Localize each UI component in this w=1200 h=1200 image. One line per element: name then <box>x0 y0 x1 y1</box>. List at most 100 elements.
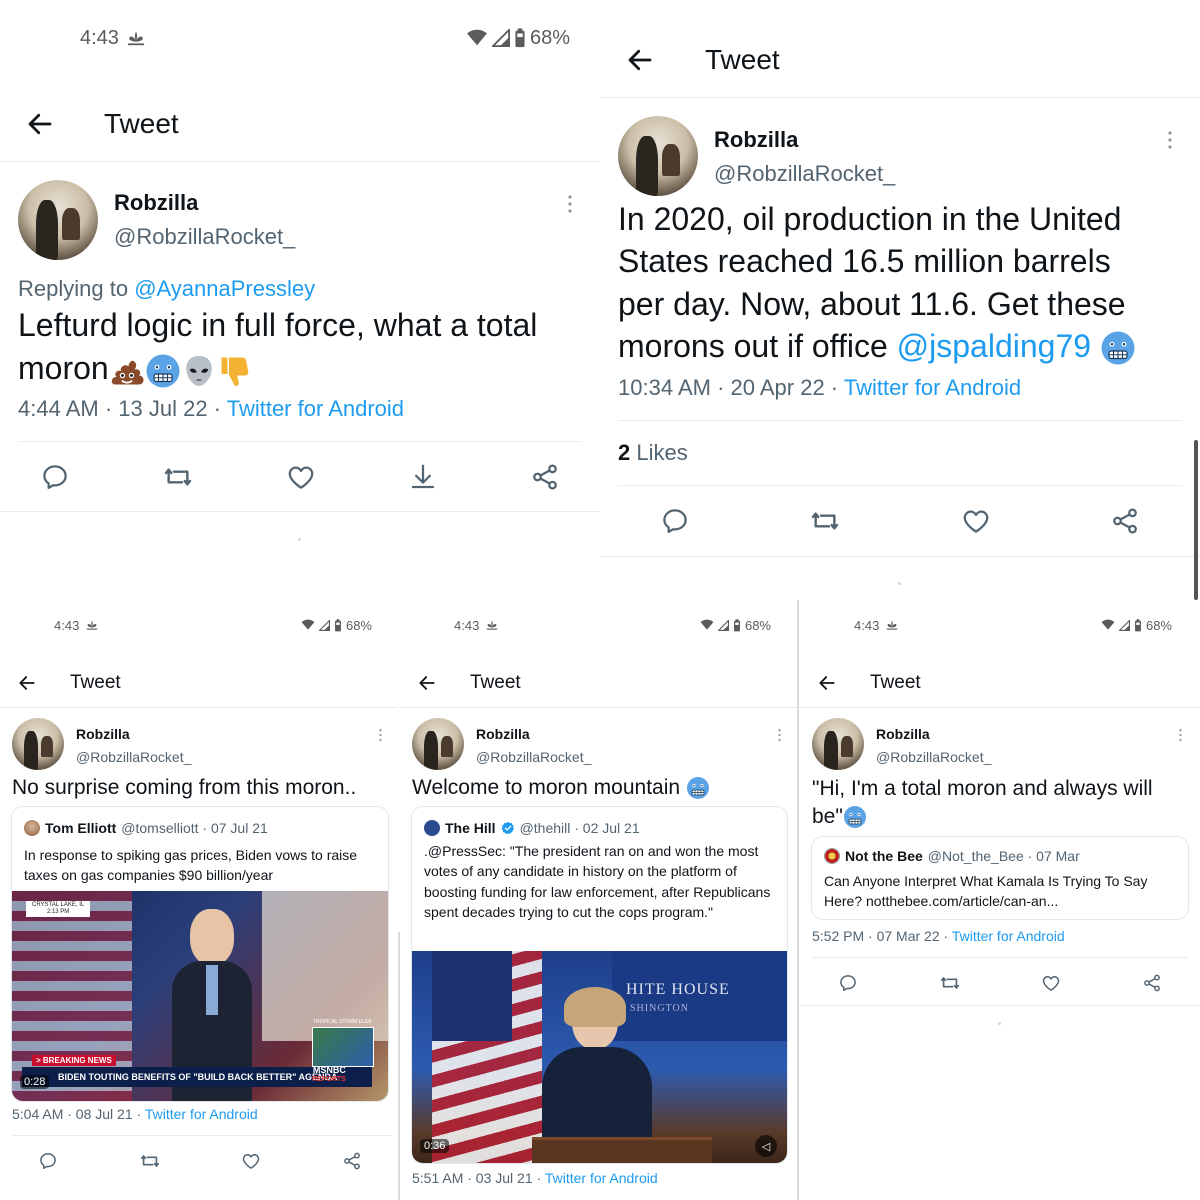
back-arrow-icon <box>17 673 37 693</box>
reply-button[interactable] <box>38 1151 58 1171</box>
tweet-timestamp: 5:51 AM · 03 Jul 21 · Twitter for Androi… <box>412 1170 658 1186</box>
reply-icon <box>660 506 690 536</box>
mute-button[interactable]: ◁ <box>755 1135 777 1157</box>
page-title: Tweet <box>705 43 780 75</box>
user-name[interactable]: Robzilla <box>114 190 198 216</box>
more-icon[interactable] <box>567 194 573 214</box>
user-handle[interactable]: @RobzillaRocket_ <box>76 749 191 765</box>
back-button[interactable] <box>600 22 680 98</box>
source-app-link[interactable]: Twitter for Android <box>952 928 1065 944</box>
quoted-tweet-header: Not the Bee @Not_the_Bee · 07 Mar <box>824 848 1080 864</box>
wifi-icon <box>1101 619 1115 631</box>
status-bar: 4:43 68% <box>0 24 600 52</box>
quoted-video[interactable]: CRYSTAL LAKE, IL 2:13 PM TROPICAL STORM … <box>12 891 388 1101</box>
user-name[interactable]: Robzilla <box>714 127 798 153</box>
action-bar <box>838 972 1162 994</box>
user-name[interactable]: Robzilla <box>476 726 530 742</box>
more-icon[interactable] <box>378 728 383 742</box>
source-app-link[interactable]: Twitter for Android <box>227 396 404 421</box>
like-button[interactable] <box>1041 973 1061 993</box>
quoted-tweet-header: Tom Elliott @tomselliott · 07 Jul 21 <box>24 820 268 836</box>
panel-tweet-3: 4:43 68% Tweet Robzilla @RobzillaRocket_… <box>0 600 398 1200</box>
source-app-link[interactable]: Twitter for Android <box>844 375 1021 400</box>
avatar[interactable] <box>18 180 98 260</box>
nbc-peacock-icon <box>125 29 147 47</box>
reply-button[interactable] <box>40 462 70 492</box>
weather-map: TROPICAL STORM ELSA <box>312 1019 374 1067</box>
like-icon <box>961 506 991 536</box>
back-button[interactable] <box>0 86 80 162</box>
status-bar: 4:43 68% <box>800 616 1200 634</box>
scroll-dot <box>998 1022 1001 1025</box>
divider <box>12 1135 392 1136</box>
divider <box>618 420 1182 421</box>
cold-face-emoji-icon <box>843 805 867 829</box>
signal-icon <box>492 29 510 47</box>
quoted-video[interactable]: HITE HOUSE SHINGTON 0:36 ◁ <box>412 951 787 1163</box>
breaking-news-label: > BREAKING NEWS <box>32 1055 116 1066</box>
share-button[interactable] <box>1142 973 1162 993</box>
verified-icon <box>501 821 515 835</box>
reply-mention-link[interactable]: @AyannaPressley <box>134 276 315 301</box>
share-button[interactable] <box>530 462 560 492</box>
reply-button[interactable] <box>660 506 690 536</box>
page-title: Tweet <box>104 107 179 139</box>
quoted-tweet[interactable]: Tom Elliott @tomselliott · 07 Jul 21 In … <box>11 806 389 1102</box>
battery-percent: 68% <box>744 617 771 633</box>
back-button[interactable] <box>0 658 54 708</box>
tweet-timestamp: 4:44 AM · 13 Jul 22 · Twitter for Androi… <box>18 396 405 421</box>
avatar[interactable] <box>412 718 464 770</box>
like-button[interactable] <box>286 462 316 492</box>
user-handle[interactable]: @RobzillaRocket_ <box>476 749 591 765</box>
share-button[interactable] <box>342 1151 362 1171</box>
status-bar: 4:43 68% <box>400 616 797 634</box>
avatar[interactable] <box>812 718 864 770</box>
divider <box>600 556 1200 557</box>
quoted-tweet[interactable]: The Hill @thehill · 02 Jul 21 .@PressSec… <box>411 806 788 1164</box>
top-bar: Tweet <box>800 658 1200 708</box>
share-icon <box>1142 973 1162 993</box>
avatar[interactable] <box>618 116 698 196</box>
like-icon <box>286 462 316 492</box>
mention-link[interactable]: @jspalding79 <box>897 328 1091 364</box>
tweet-line: States reached 16.5 million barrels <box>618 243 1111 280</box>
quoted-user-name: The Hill <box>445 820 496 836</box>
retweet-button[interactable] <box>939 972 961 994</box>
share-icon <box>342 1151 362 1171</box>
top-bar: Tweet <box>0 658 398 708</box>
replying-to: Replying to @AyannaPressley <box>18 276 316 301</box>
back-button[interactable] <box>800 658 854 708</box>
user-handle[interactable]: @RobzillaRocket_ <box>876 749 991 765</box>
retweet-button[interactable] <box>139 1150 161 1172</box>
status-time: 4:43 <box>54 617 80 633</box>
retweet-button[interactable] <box>162 461 194 493</box>
download-button[interactable] <box>408 462 438 492</box>
user-handle[interactable]: @RobzillaRocket_ <box>114 224 295 250</box>
back-button[interactable] <box>400 658 454 708</box>
user-handle[interactable]: @RobzillaRocket_ <box>714 161 895 187</box>
retweet-icon <box>809 505 841 537</box>
avatar[interactable] <box>12 718 64 770</box>
more-icon[interactable] <box>1178 728 1183 742</box>
quoted-tweet-text: .@PressSec: "The president ran on and wo… <box>424 843 771 920</box>
back-arrow-icon <box>25 109 55 139</box>
like-button[interactable] <box>961 506 991 536</box>
retweet-button[interactable] <box>809 505 841 537</box>
user-name[interactable]: Robzilla <box>76 726 130 742</box>
wifi-icon <box>700 619 714 631</box>
scrollbar[interactable] <box>1194 440 1198 600</box>
share-button[interactable] <box>1110 506 1140 536</box>
reply-button[interactable] <box>838 973 858 993</box>
nbc-peacock-icon <box>885 619 899 631</box>
source-app-link[interactable]: Twitter for Android <box>545 1170 658 1186</box>
source-app-link[interactable]: Twitter for Android <box>145 1106 258 1122</box>
alien-emoji-icon <box>181 353 217 389</box>
poo-emoji-icon <box>109 353 145 389</box>
share-icon <box>530 462 560 492</box>
more-icon[interactable] <box>1167 130 1173 150</box>
user-name[interactable]: Robzilla <box>876 726 930 742</box>
like-button[interactable] <box>241 1151 261 1171</box>
likes-count[interactable]: 2 Likes <box>618 440 688 466</box>
quoted-tweet[interactable]: Not the Bee @Not_the_Bee · 07 Mar Can An… <box>811 836 1189 920</box>
more-icon[interactable] <box>777 728 782 742</box>
